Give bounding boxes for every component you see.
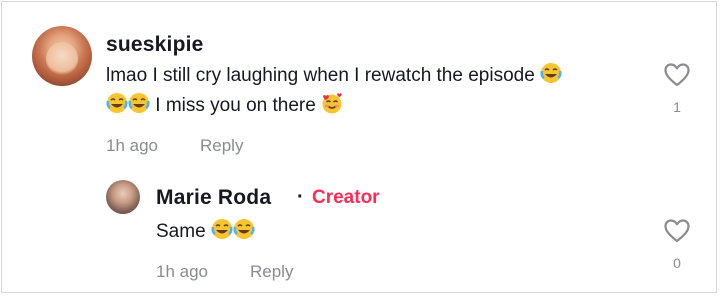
comment-text: Same (156, 217, 255, 247)
reply-button[interactable]: Reply (200, 136, 243, 156)
comment-text: lmao I still cry laughing when I rewatch… (106, 61, 562, 91)
smiling-face-with-hearts-icon (321, 92, 343, 114)
heart-icon[interactable] (664, 219, 690, 243)
heart-icon[interactable] (664, 63, 690, 87)
like-count: 1 (673, 99, 681, 115)
face-with-tears-of-joy-icon (233, 218, 255, 240)
avatar[interactable] (32, 26, 92, 86)
comment-text-body: Same (156, 221, 206, 242)
creator-badge: Creator (312, 187, 380, 208)
comment-username[interactable]: sueskipie (106, 33, 204, 57)
face-with-tears-of-joy-icon (106, 92, 128, 114)
face-with-tears-of-joy-icon (128, 92, 150, 114)
reply-button[interactable]: Reply (250, 262, 293, 282)
face-with-tears-of-joy-icon (540, 62, 562, 84)
comment-username[interactable]: Marie Roda (156, 186, 271, 210)
face-with-tears-of-joy-icon (211, 218, 233, 240)
comment-text-line-2: I miss you on there (155, 95, 316, 116)
comment-text-line-1: lmao I still cry laughing when I rewatch… (106, 65, 535, 86)
separator-dot: · (297, 186, 304, 208)
comment-timestamp: 1h ago (156, 262, 208, 281)
comment-timestamp: 1h ago (106, 136, 158, 155)
comment-text-line-2-row: I miss you on there (106, 91, 343, 121)
avatar[interactable] (106, 180, 140, 214)
like-count: 0 (673, 255, 681, 271)
